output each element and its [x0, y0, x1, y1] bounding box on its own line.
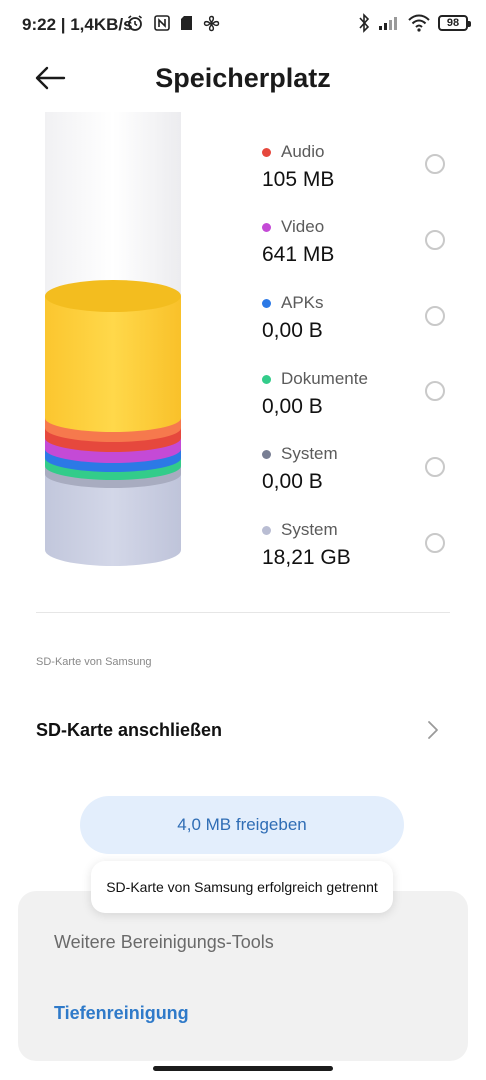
- divider: [36, 612, 450, 613]
- home-indicator[interactable]: [153, 1066, 333, 1071]
- toast-message: SD-Karte von Samsung erfolgreich getrenn…: [91, 861, 393, 913]
- legend-dot-audio: [262, 147, 271, 157]
- segment-other-top: [45, 280, 181, 312]
- status-bar: 9:22 | 1,4KB/s 98: [0, 0, 486, 50]
- loading-spinner-icon: [425, 154, 445, 174]
- chevron-right-icon: [428, 721, 438, 739]
- legend-dot-video: [262, 222, 271, 232]
- loading-spinner-icon: [425, 457, 445, 477]
- nfc-icon: [154, 15, 170, 31]
- legend-dot-system-total: [262, 525, 271, 535]
- wifi-icon: [408, 14, 430, 32]
- alarm-icon: [128, 15, 142, 31]
- storage-item-label: System: [281, 444, 338, 463]
- status-right-icons: 98: [358, 13, 471, 33]
- cleanup-tools-sheet: Weitere Bereinigungs-Tools Tiefenreinigu…: [18, 891, 468, 1061]
- section-caption: SD-Karte von Samsung: [36, 656, 152, 668]
- connect-sd-card-row[interactable]: SD-Karte anschließen: [0, 700, 486, 762]
- segment-other: [45, 296, 181, 432]
- legend-dot-system: [262, 449, 271, 459]
- battery-level: 98: [446, 17, 460, 29]
- legend-dot-dokumente: [262, 374, 271, 384]
- fan-icon: [203, 15, 220, 31]
- sheet-title: Weitere Bereinigungs-Tools: [54, 932, 274, 952]
- bluetooth-icon: [359, 13, 370, 33]
- status-left-icons: [126, 14, 220, 32]
- connect-sd-card-label: SD-Karte anschließen: [36, 720, 223, 740]
- loading-spinner-icon: [425, 533, 445, 553]
- storage-cylinder-chart: [45, 112, 181, 566]
- loading-spinner-icon: [425, 230, 445, 250]
- storage-item-label: APKs: [281, 293, 324, 312]
- free-up-button-label: 4,0 MB freigeben: [177, 815, 307, 834]
- signal-icon: [379, 17, 397, 30]
- storage-item-label: Video: [281, 217, 325, 236]
- deep-clean-link[interactable]: Tiefenreinigung: [54, 1003, 189, 1024]
- page-title: Speicherplatz: [155, 63, 331, 93]
- free-up-button[interactable]: 4,0 MB freigeben: [80, 796, 404, 854]
- loading-spinner-icon: [425, 306, 445, 326]
- sd-card-icon: [181, 16, 192, 30]
- toast-text: SD-Karte von Samsung erfolgreich getrenn…: [106, 879, 378, 895]
- loading-spinner-icon: [425, 381, 445, 401]
- storage-item-label: System: [281, 520, 338, 539]
- status-time: 9:22 | 1,4KB/s: [22, 15, 133, 34]
- battery-icon: 98: [438, 15, 471, 31]
- storage-item-label: Dokumente: [281, 369, 368, 388]
- storage-item-label: Audio: [281, 142, 325, 161]
- cylinder-empty-space: [45, 112, 181, 302]
- legend-dot-apks: [262, 298, 271, 308]
